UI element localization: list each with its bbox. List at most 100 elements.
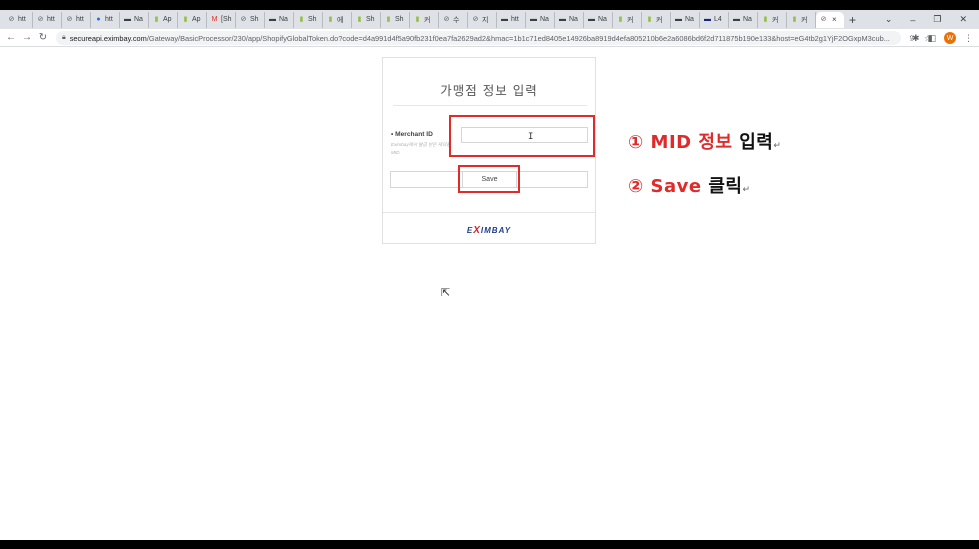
tab[interactable]: ▬ htt <box>497 11 526 28</box>
profile-avatar[interactable]: W <box>944 32 956 44</box>
tab-bar: ⊘ htt ⊘ htt ⊘ htt ● htt ▬ Na ▮ Ap ▮ Ap M [Sh ⊘ Sh ▬ Na ▮ Sh ▮ 에… <box>0 10 979 29</box>
shopify-icon: ▮ <box>357 16 362 23</box>
tab[interactable]: ▬ L4 <box>700 11 729 28</box>
tab[interactable]: ⊘ 지 <box>468 11 497 28</box>
tab[interactable]: ▮ Ap <box>178 11 207 28</box>
eximbay-logo: EXIMBAY <box>383 225 595 236</box>
tab[interactable]: ▬ Na <box>584 11 613 28</box>
tab[interactable]: ⊘ htt <box>4 11 33 28</box>
url-path: /Gateway/BasicProcessor/230/app/ShopifyG… <box>146 33 890 43</box>
navigation-bar: ← → ↻ 🔒︎ secureapi.eximbay.com/Gateway/B… <box>0 29 979 47</box>
tab-label: 수 <box>453 16 460 24</box>
tab-label: htt <box>76 16 84 23</box>
tab[interactable]: ▮ Sh <box>381 11 410 28</box>
tab-label: [Sh <box>221 16 232 23</box>
close-window-button[interactable]: ✕ <box>959 14 967 25</box>
tab[interactable]: ⊘ 수 <box>439 11 468 28</box>
tab-label: Na <box>279 16 288 23</box>
tab-label: Na <box>598 16 607 23</box>
reload-icon[interactable]: ↻ <box>35 32 51 43</box>
tab-active[interactable]: ⊘ × <box>816 11 844 28</box>
back-icon[interactable]: ← <box>3 32 19 43</box>
tab[interactable]: ▬ Na <box>265 11 294 28</box>
tab-label: L4 <box>714 16 722 23</box>
tab-search-icon[interactable]: ⌄ <box>885 14 893 25</box>
shopify-icon: ▮ <box>647 16 652 23</box>
save-highlight-box <box>458 165 520 193</box>
shopify-icon: ▮ <box>618 16 623 23</box>
annotation-step-1: ① MID 정보 입력↵ <box>628 128 781 154</box>
logo-x: X <box>473 225 481 236</box>
shopify-icon: ▮ <box>763 16 768 23</box>
shopify-icon: ▮ <box>415 16 420 23</box>
minimize-button[interactable]: – <box>910 15 915 25</box>
address-bar[interactable]: 🔒︎ secureapi.eximbay.com/Gateway/BasicPr… <box>56 31 901 45</box>
app-icon: ● <box>96 16 101 23</box>
tab-label: 에 <box>337 16 344 24</box>
step-2-highlight: Save <box>650 176 702 197</box>
gmail-icon: M <box>211 16 218 23</box>
tab[interactable]: ▬ Na <box>526 11 555 28</box>
extensions-icon[interactable]: ✱ <box>912 33 920 44</box>
merchant-id-label: • Merchant ID <box>391 131 433 138</box>
globe-icon: ⊘ <box>37 16 44 23</box>
form-title: 가맹점 정보 입력 <box>440 83 538 98</box>
tab-label: htt <box>511 16 519 23</box>
tab[interactable]: ▮ 커 <box>758 11 787 28</box>
toolbar-right: ✱ ◧ W ⋮ <box>912 30 973 46</box>
lock-icon[interactable]: 🔒︎ <box>62 34 66 42</box>
tab-label: Sh <box>395 16 404 23</box>
tab-label: Na <box>743 16 752 23</box>
shopify-icon: ▮ <box>328 16 333 23</box>
tab[interactable]: ● htt <box>91 11 120 28</box>
globe-icon: ⊘ <box>443 16 450 23</box>
step-1-text: 입력 <box>739 132 774 153</box>
tab[interactable]: ▬ Na <box>555 11 584 28</box>
bookmark-icon: ▬ <box>675 16 682 23</box>
return-mark-icon: ↵ <box>742 185 751 195</box>
tab[interactable]: M [Sh <box>207 11 236 28</box>
tab[interactable]: ▬ Na <box>120 11 149 28</box>
tab-list: ⊘ htt ⊘ htt ⊘ htt ● htt ▬ Na ▮ Ap ▮ Ap M [Sh ⊘ Sh ▬ Na ▮ Sh ▮ 에… <box>4 11 816 28</box>
tab[interactable]: ▮ 에 <box>323 11 352 28</box>
shopify-icon: ▮ <box>154 16 159 23</box>
globe-icon: ⊘ <box>820 16 827 23</box>
close-tab-icon[interactable]: × <box>832 15 837 24</box>
bottom-letterbox <box>0 540 979 549</box>
side-panel-icon[interactable]: ◧ <box>927 33 936 44</box>
return-mark-icon: ↵ <box>773 141 782 151</box>
shopify-icon: ▮ <box>792 16 797 23</box>
title-divider <box>393 105 587 106</box>
tab-label: Na <box>569 16 578 23</box>
tab[interactable]: ▮ Sh <box>294 11 323 28</box>
forward-icon[interactable]: → <box>19 32 35 43</box>
tab[interactable]: ▮ 커 <box>410 11 439 28</box>
globe-icon: ⊘ <box>8 16 15 23</box>
new-tab-button[interactable]: + <box>849 13 856 27</box>
globe-icon: ⊘ <box>66 16 73 23</box>
tab[interactable]: ▮ 커 <box>613 11 642 28</box>
tab[interactable]: ▮ Ap <box>149 11 178 28</box>
tab-label: 커 <box>627 16 634 24</box>
restore-button[interactable]: ❐ <box>933 14 941 25</box>
tab[interactable]: ⊘ Sh <box>236 11 265 28</box>
tab[interactable]: ▮ 커 <box>642 11 671 28</box>
mid-highlight-box <box>449 115 595 157</box>
footer-divider <box>383 212 595 213</box>
tab[interactable]: ▮ Sh <box>352 11 381 28</box>
tab[interactable]: ▮ 커 <box>787 11 816 28</box>
tab[interactable]: ⊘ htt <box>33 11 62 28</box>
tab-label: Ap <box>192 16 201 23</box>
globe-icon: ⊘ <box>240 16 247 23</box>
step-2-text: 클릭 <box>708 176 743 197</box>
tab-label: htt <box>18 16 26 23</box>
tab-label: htt <box>105 16 113 23</box>
tab[interactable]: ▬ Na <box>729 11 758 28</box>
bookmark-icon: ▬ <box>559 16 566 23</box>
tab-label: htt <box>47 16 55 23</box>
top-letterbox <box>0 0 979 10</box>
tab-label: 커 <box>801 16 808 24</box>
tab[interactable]: ▬ Na <box>671 11 700 28</box>
tab[interactable]: ⊘ htt <box>62 11 91 28</box>
menu-icon[interactable]: ⋮ <box>964 33 973 44</box>
